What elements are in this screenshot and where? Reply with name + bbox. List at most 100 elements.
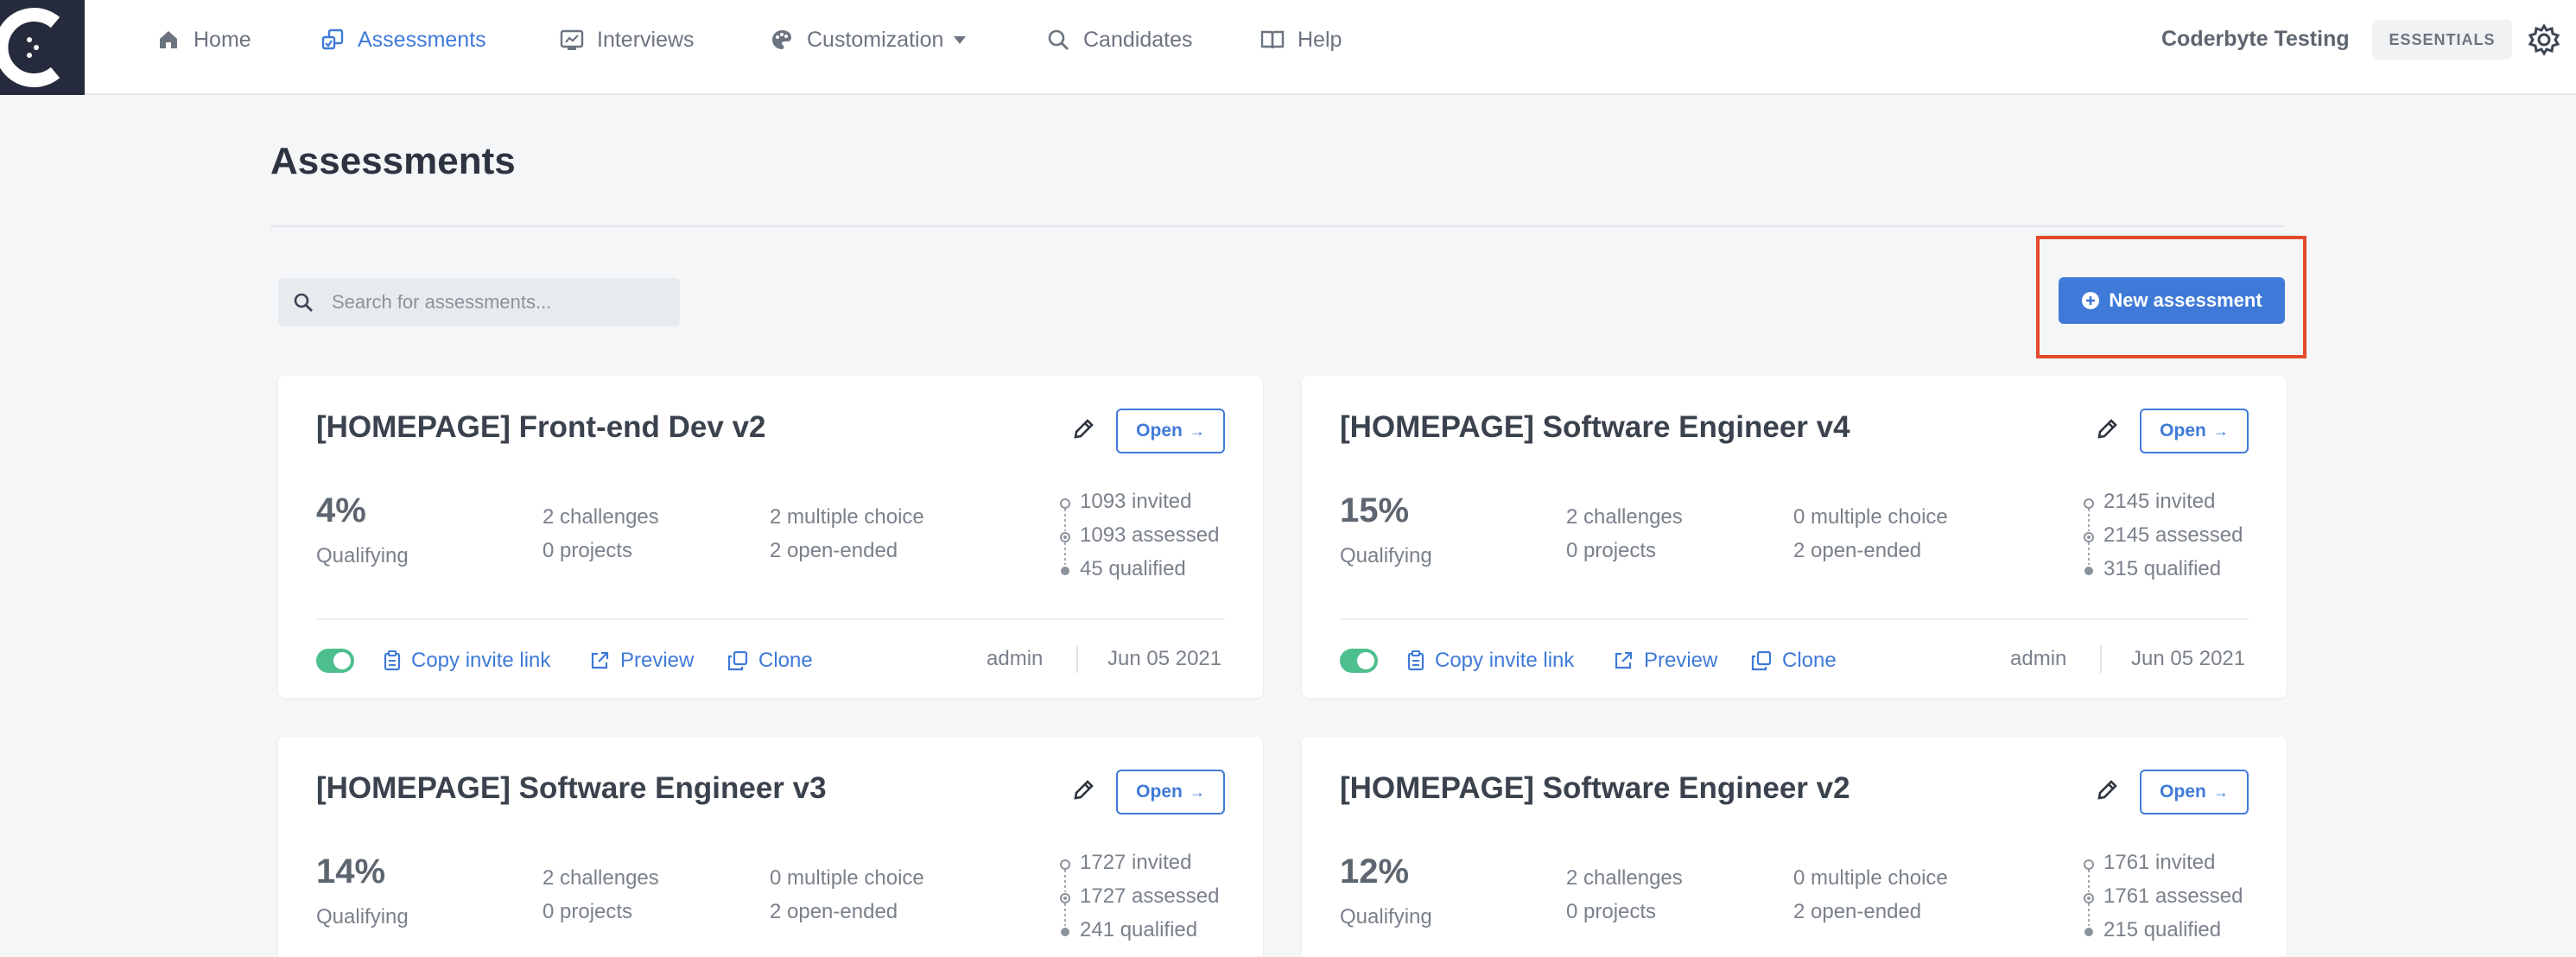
open-ended-count: 2 open-ended [770, 539, 898, 562]
open-ended-count: 2 open-ended [770, 900, 898, 923]
interviews-icon [559, 27, 585, 53]
open-button[interactable]: Open → [1116, 770, 1225, 814]
nav-customization[interactable]: Customization [769, 22, 967, 57]
new-assessment-label: New assessment [2109, 289, 2262, 311]
qualifying-percentage: 14% [316, 852, 386, 890]
assessments-icon [320, 27, 346, 53]
arrow-right-icon: → [1189, 783, 1205, 801]
assessment-title[interactable]: [HOMEPAGE] Software Engineer v2 [1340, 771, 1850, 806]
plus-circle-icon [2082, 292, 2100, 309]
assessment-card: [HOMEPAGE] Front-end Dev v2 Open → 4% Qua… [278, 376, 1263, 698]
nav-home[interactable]: Home [155, 22, 251, 57]
assessed-count: 1761 assessed [2103, 884, 2243, 908]
qualifying-percentage: 4% [316, 491, 366, 529]
invited-count: 1727 invited [1080, 851, 1192, 874]
pencil-icon[interactable] [1071, 417, 1095, 441]
qualifying-percentage: 12% [1340, 852, 1410, 890]
challenges-count: 2 challenges [1566, 505, 1683, 529]
multiple-choice-count: 0 multiple choice [1793, 505, 1948, 529]
nav-interviews-label: Interviews [597, 27, 695, 52]
meta-divider [1076, 645, 1078, 673]
qualifying-label: Qualifying [316, 905, 409, 928]
nav-help-label: Help [1298, 27, 1342, 52]
preview-button[interactable]: Preview [1613, 647, 1717, 675]
plan-badge[interactable]: ESSENTIALS [2372, 20, 2512, 60]
nav-customization-label: Customization [807, 27, 944, 52]
nav-candidates-label: Candidates [1083, 27, 1193, 52]
pencil-icon[interactable] [2095, 417, 2119, 441]
qualified-count: 215 qualified [2103, 918, 2222, 941]
top-navigation-bar: Home Assessments Interviews Customizatio… [0, 0, 2576, 95]
created-date: Jun 05 2021 [1107, 647, 1222, 670]
arrow-right-icon: → [1189, 421, 1205, 440]
challenges-count: 2 challenges [542, 505, 659, 529]
open-label: Open [1136, 421, 1183, 440]
open-ended-count: 2 open-ended [1793, 900, 1922, 923]
org-name[interactable]: Coderbyte Testing [2161, 27, 2350, 52]
invited-count: 2145 invited [2103, 490, 2216, 513]
assessed-count: 1093 assessed [1080, 523, 1220, 547]
multiple-choice-count: 2 multiple choice [770, 505, 924, 529]
funnel-timeline-icon [2084, 498, 2094, 575]
assessment-card: [HOMEPAGE] Software Engineer v2 Open → 12… [1302, 737, 2287, 957]
pencil-icon[interactable] [2095, 778, 2119, 802]
external-link-icon [591, 651, 609, 669]
active-toggle[interactable] [316, 649, 354, 673]
header-divider [270, 225, 2283, 227]
search-input[interactable] [332, 291, 669, 314]
search-icon [1045, 27, 1071, 53]
nav-interviews[interactable]: Interviews [559, 22, 695, 57]
book-icon [1259, 27, 1285, 53]
card-divider [316, 618, 1225, 620]
projects-count: 0 projects [1566, 539, 1657, 562]
qualified-count: 45 qualified [1080, 557, 1186, 580]
nav-assessments[interactable]: Assessments [320, 22, 486, 57]
chevron-down-icon [954, 35, 967, 44]
invited-count: 1761 invited [2103, 851, 2216, 874]
assessment-title[interactable]: [HOMEPAGE] Software Engineer v3 [316, 771, 827, 806]
nav-assessments-label: Assessments [358, 27, 486, 52]
multiple-choice-count: 0 multiple choice [770, 866, 924, 890]
qualifying-label: Qualifying [1340, 544, 1432, 567]
open-button[interactable]: Open → [2140, 409, 2249, 453]
card-divider [1340, 618, 2249, 620]
meta-divider [2100, 645, 2102, 673]
copy-invite-link-label: Copy invite link [1435, 649, 1575, 672]
assessment-title[interactable]: [HOMEPAGE] Software Engineer v4 [1340, 410, 1850, 445]
clone-button[interactable]: Clone [1751, 647, 1837, 675]
external-link-icon [1615, 651, 1633, 669]
qualifying-label: Qualifying [316, 544, 409, 567]
open-label: Open [1136, 782, 1183, 802]
projects-count: 0 projects [542, 900, 633, 923]
assessment-card: [HOMEPAGE] Software Engineer v3 Open → 14… [278, 737, 1263, 957]
copy-invite-link-button[interactable]: Copy invite link [1407, 647, 1574, 675]
search-container[interactable] [278, 278, 680, 326]
preview-button[interactable]: Preview [589, 647, 694, 675]
qualified-count: 241 qualified [1080, 918, 1198, 941]
clone-label: Clone [758, 649, 813, 672]
qualified-count: 315 qualified [2103, 557, 2222, 580]
pencil-icon[interactable] [1071, 778, 1095, 802]
gear-icon[interactable] [2528, 23, 2560, 56]
active-toggle[interactable] [1340, 649, 1378, 673]
assessment-title[interactable]: [HOMEPAGE] Front-end Dev v2 [316, 410, 766, 445]
nav-help[interactable]: Help [1259, 22, 1342, 57]
coderbyte-logo[interactable] [0, 0, 85, 95]
clipboard-icon [384, 650, 401, 671]
assessed-count: 1727 assessed [1080, 884, 1220, 908]
copy-invite-link-button[interactable]: Copy invite link [384, 647, 550, 675]
open-button[interactable]: Open → [2140, 770, 2249, 814]
invited-count: 1093 invited [1080, 490, 1192, 513]
new-assessment-button[interactable]: New assessment [2059, 277, 2285, 324]
home-icon [155, 27, 181, 53]
nav-candidates[interactable]: Candidates [1045, 22, 1192, 57]
open-label: Open [2160, 421, 2206, 440]
assessed-count: 2145 assessed [2103, 523, 2243, 547]
preview-label: Preview [620, 649, 695, 672]
open-button[interactable]: Open → [1116, 409, 1225, 453]
qualifying-label: Qualifying [1340, 905, 1432, 928]
clipboard-icon [1407, 650, 1424, 671]
clone-button[interactable]: Clone [727, 647, 813, 675]
arrow-right-icon: → [2212, 421, 2229, 440]
copy-icon [1751, 650, 1772, 671]
